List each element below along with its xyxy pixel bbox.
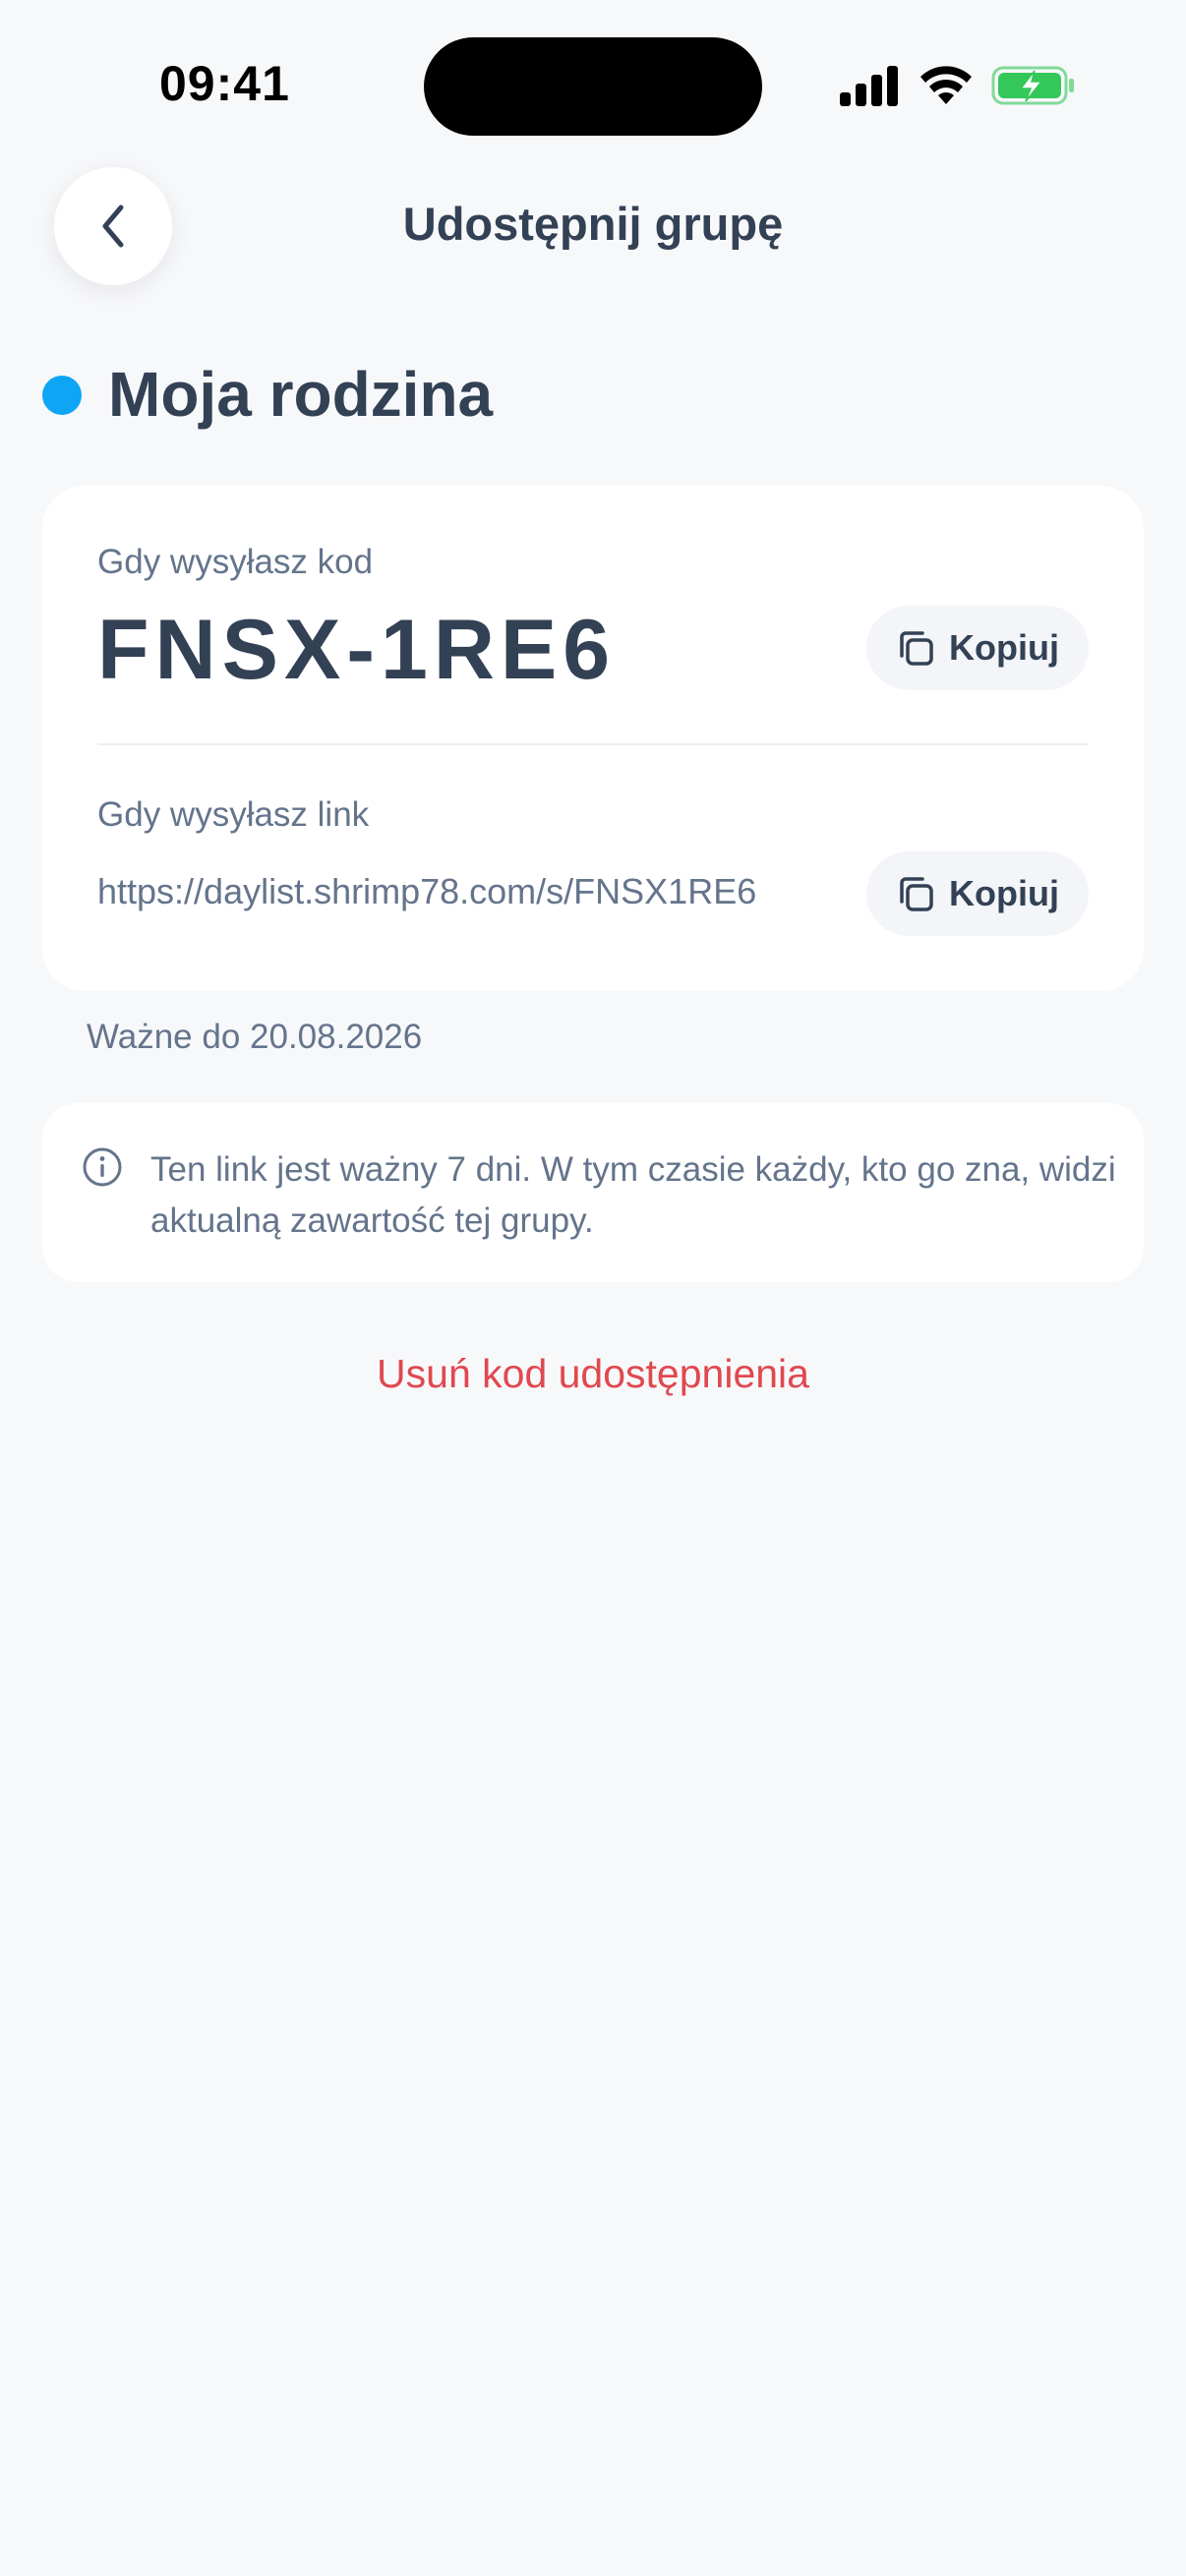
- copy-link-label: Kopiuj: [949, 873, 1059, 913]
- info-box: Ten link jest ważny 7 dni. W tym czasie …: [42, 1103, 1144, 1282]
- wifi-icon: [920, 66, 972, 104]
- status-icons: [838, 61, 1076, 110]
- info-icon: [83, 1147, 122, 1187]
- link-label: Gdy wysyłasz link: [97, 795, 370, 834]
- share-code: FNSX-1RE6: [97, 603, 617, 697]
- share-card: Gdy wysyłasz kod FNSX-1RE6 Kopiuj Gdy wy…: [42, 486, 1144, 991]
- dynamic-island: [424, 37, 762, 136]
- signal-icon: [840, 66, 898, 106]
- copy-icon: [900, 877, 933, 911]
- copy-icon: [900, 631, 933, 666]
- share-link: https://daylist.shrimp78.com/s/FNSX1RE6: [97, 871, 757, 911]
- card-divider: [97, 743, 1089, 745]
- info-text: Ten link jest ważny 7 dni. W tym czasie …: [150, 1150, 1116, 1240]
- page-title: Udostępnij grupę: [402, 198, 784, 250]
- share-group-screen: 09:41 Udostępnij grupę Moja rodzina Gdy …: [0, 0, 1186, 2576]
- group-name: Moja rodzina: [108, 359, 494, 430]
- status-time: 09:41: [159, 56, 290, 111]
- copy-code-button[interactable]: Kopiuj: [866, 606, 1089, 690]
- valid-until-text: Ważne do 20.08.2026: [87, 1018, 423, 1056]
- code-label: Gdy wysyłasz kod: [97, 543, 374, 581]
- remove-share-code-button[interactable]: Usuń kod udostępnienia: [0, 1351, 1186, 1397]
- copy-code-label: Kopiuj: [949, 627, 1059, 668]
- copy-link-button[interactable]: Kopiuj: [866, 851, 1089, 936]
- group-color-dot: [42, 376, 82, 415]
- battery-charging-icon: [991, 66, 1074, 105]
